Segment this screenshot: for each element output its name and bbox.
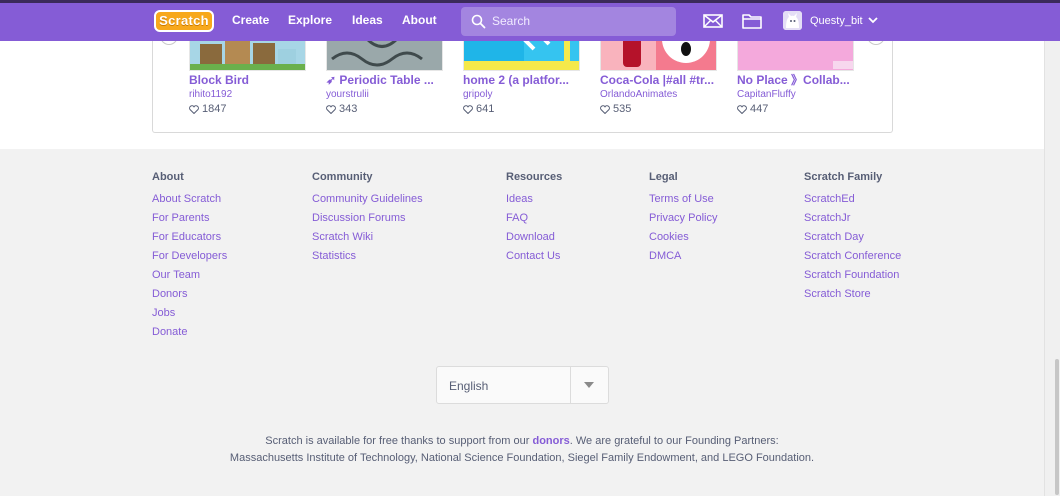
footer-link[interactable]: DMCA: [649, 250, 681, 262]
project-author[interactable]: OrlandoAnimates: [600, 88, 717, 101]
footer-column-resources: Resources Ideas FAQ Download Contact Us: [506, 170, 562, 269]
chevron-down-icon[interactable]: [868, 16, 878, 24]
project-loves: 447: [737, 102, 854, 116]
divider: [570, 367, 571, 403]
footer-link[interactable]: Scratch Foundation: [804, 269, 899, 281]
footer-credits-line-1: Scratch is available for free thanks to …: [0, 433, 1044, 450]
footer-link[interactable]: Scratch Conference: [804, 250, 901, 262]
footer-link[interactable]: Our Team: [152, 269, 200, 281]
project-loves-count: 641: [476, 103, 495, 115]
project-author[interactable]: rihito1192: [189, 88, 306, 101]
footer-column-about: About About Scratch For Parents For Educ…: [152, 170, 227, 345]
project-title[interactable]: home 2 (a platfor...: [463, 73, 580, 87]
page-scrollbar[interactable]: [1044, 41, 1060, 496]
footer-column-title: Scratch Family: [804, 171, 883, 183]
heart-icon: [737, 104, 747, 114]
footer-link[interactable]: For Developers: [152, 250, 227, 262]
footer-column-community: Community Community Guidelines Discussio…: [312, 170, 423, 269]
footer-link[interactable]: Download: [506, 231, 555, 243]
scrollbar-thumb[interactable]: [1055, 359, 1059, 495]
username-label[interactable]: Questy_bit: [810, 15, 863, 27]
cat-avatar-icon: [783, 11, 802, 30]
footer-link[interactable]: Scratch Wiki: [312, 231, 373, 243]
project-loves: 641: [463, 102, 580, 116]
project-author[interactable]: yourstrulii: [326, 88, 443, 101]
footer-column-title: Community: [312, 171, 373, 183]
footer-link[interactable]: Community Guidelines: [312, 193, 423, 205]
language-select[interactable]: English: [436, 366, 609, 404]
footer-link[interactable]: Discussion Forums: [312, 212, 406, 224]
footer-column-title: About: [152, 171, 184, 183]
footer-link[interactable]: Terms of Use: [649, 193, 714, 205]
credits-text: Scratch is available for free thanks to …: [265, 435, 533, 447]
top-navigation-bar: Scratch Create Explore Ideas About Quest…: [0, 0, 1060, 41]
project-loves-count: 535: [613, 103, 632, 115]
footer-link[interactable]: ScratchJr: [804, 212, 850, 224]
project-author[interactable]: gripoly: [463, 88, 580, 101]
donors-link[interactable]: donors: [532, 435, 569, 447]
nav-about-link[interactable]: About: [402, 13, 437, 27]
footer-link[interactable]: For Parents: [152, 212, 209, 224]
project-loves-count: 343: [339, 103, 358, 115]
nav-explore-link[interactable]: Explore: [288, 13, 332, 27]
footer-column-scratch-family: Scratch Family ScratchEd ScratchJr Scrat…: [804, 170, 901, 307]
messages-icon[interactable]: [703, 12, 723, 30]
footer-link[interactable]: FAQ: [506, 212, 528, 224]
heart-icon: [189, 104, 199, 114]
footer-column-title: Legal: [649, 171, 678, 183]
heart-icon: [326, 104, 336, 114]
footer-link[interactable]: About Scratch: [152, 193, 221, 205]
project-loves-count: 447: [750, 103, 769, 115]
footer-link[interactable]: Scratch Store: [804, 288, 871, 300]
project-title[interactable]: Block Bird: [189, 73, 306, 87]
footer-credits-line-2: Massachusetts Institute of Technology, N…: [229, 452, 815, 464]
footer-column-title: Resources: [506, 171, 563, 183]
footer-link[interactable]: ScratchEd: [804, 193, 855, 205]
footer-link[interactable]: Jobs: [152, 307, 175, 319]
search-input[interactable]: [492, 11, 667, 31]
footer-column-legal: Legal Terms of Use Privacy Policy Cookie…: [649, 170, 717, 269]
footer-link[interactable]: Donate: [152, 326, 187, 338]
project-loves: 535: [600, 102, 717, 116]
project-title[interactable]: Coca-Cola |#all #tr...: [600, 73, 717, 87]
project-loves: 1847: [189, 102, 306, 116]
project-loves-count: 1847: [202, 103, 227, 115]
nav-ideas-link[interactable]: Ideas: [352, 13, 383, 27]
footer-link[interactable]: Statistics: [312, 250, 356, 262]
search-box: [461, 7, 676, 36]
heart-icon: [600, 104, 610, 114]
footer-link[interactable]: Cookies: [649, 231, 689, 243]
language-select-value: English: [449, 379, 489, 393]
my-stuff-folder-icon[interactable]: [742, 12, 762, 30]
heart-icon: [463, 104, 473, 114]
caret-down-icon: [584, 382, 594, 388]
project-loves: 343: [326, 102, 443, 116]
footer-link[interactable]: For Educators: [152, 231, 221, 243]
footer-link[interactable]: Donors: [152, 288, 187, 300]
search-icon: [471, 14, 486, 29]
nav-create-link[interactable]: Create: [232, 13, 269, 27]
project-author[interactable]: CapitanFluffy: [737, 88, 854, 101]
footer-link[interactable]: Privacy Policy: [649, 212, 717, 224]
footer-link[interactable]: Scratch Day: [804, 231, 864, 243]
footer-link[interactable]: Ideas: [506, 193, 533, 205]
avatar[interactable]: [783, 11, 802, 30]
footer-link[interactable]: Contact Us: [506, 250, 560, 262]
project-title[interactable]: No Place 》Collab...: [737, 73, 854, 87]
project-title[interactable]: ➶ Periodic Table ...: [326, 73, 443, 87]
credits-text: . We are grateful to our Founding Partne…: [569, 435, 779, 447]
scratch-logo[interactable]: Scratch: [154, 10, 214, 32]
